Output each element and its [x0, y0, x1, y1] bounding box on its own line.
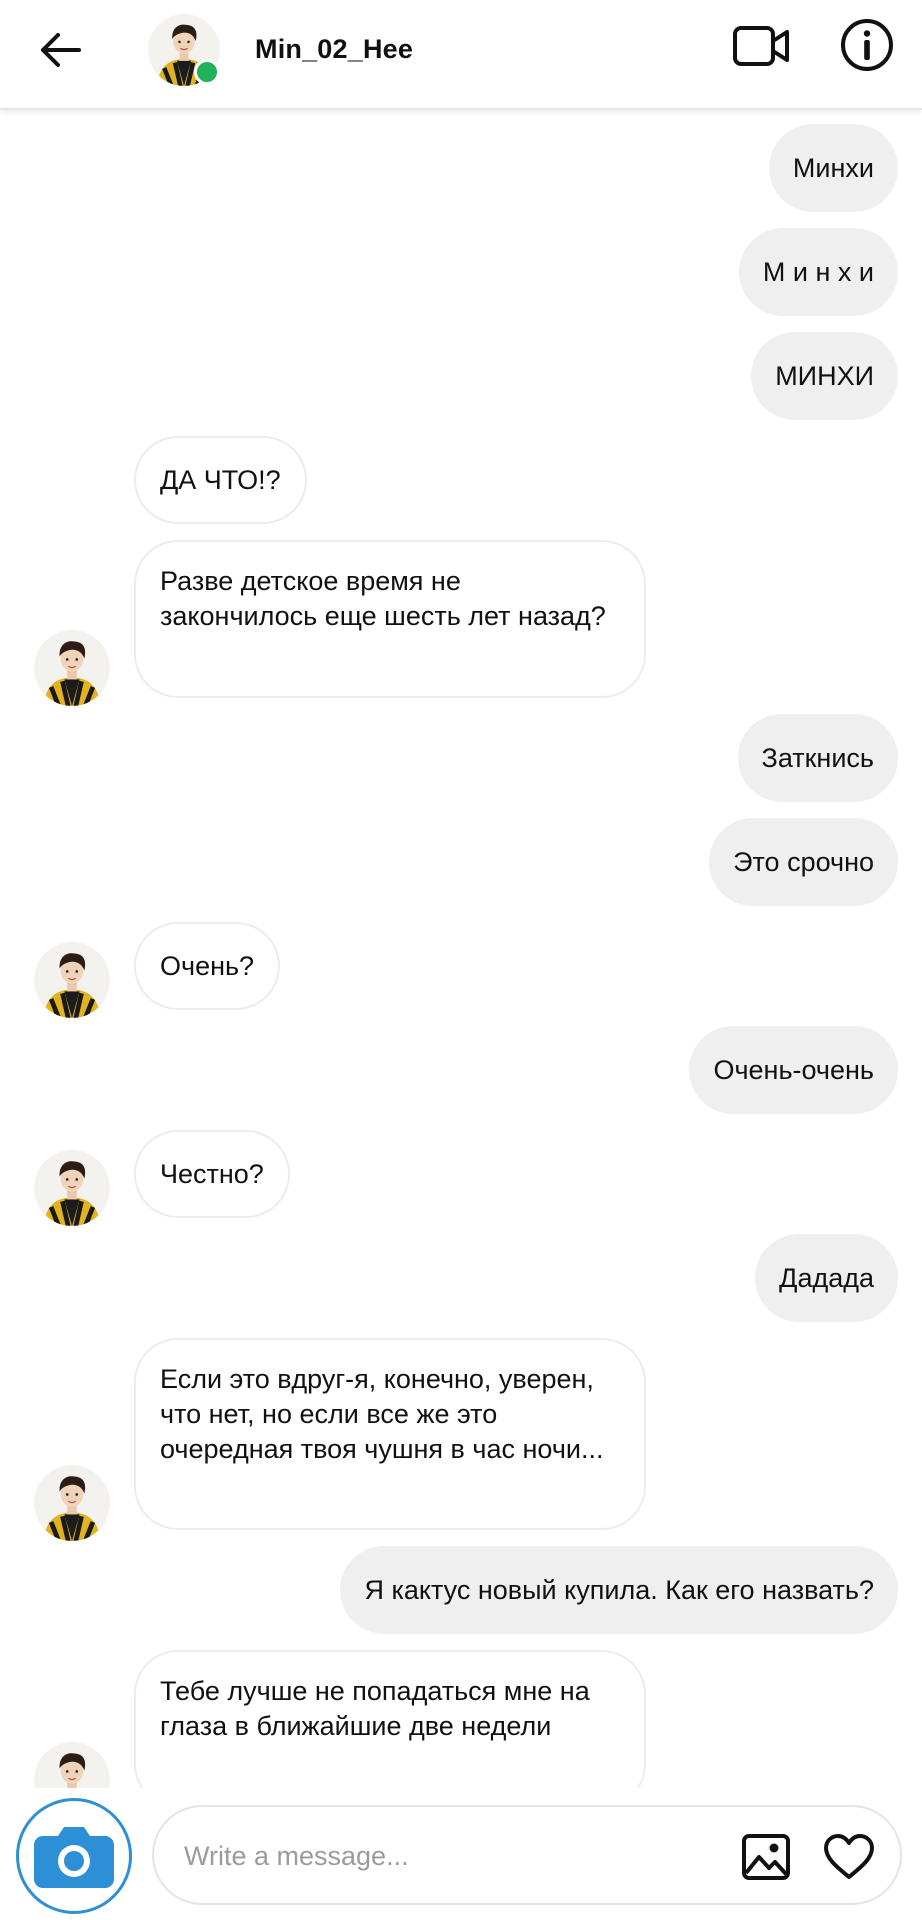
- incoming-message[interactable]: Разве детское время не закончилось еще ш…: [134, 540, 646, 698]
- message-text: М и н х и: [762, 257, 874, 287]
- message-text: МИНХИ: [775, 361, 874, 391]
- message-text: Тебе лучше не попадаться мне на глаза в …: [160, 1676, 590, 1741]
- incoming-message[interactable]: Очень?: [134, 922, 281, 1010]
- camera-button[interactable]: [16, 1798, 132, 1914]
- gallery-button[interactable]: [738, 1829, 794, 1885]
- sender-avatar[interactable]: [34, 1150, 110, 1226]
- image-icon: [742, 1834, 790, 1880]
- incoming-message[interactable]: Тебе лучше не попадаться мне на глаза в …: [134, 1650, 646, 1788]
- sender-avatar[interactable]: [34, 942, 110, 1018]
- video-call-button[interactable]: [730, 18, 792, 74]
- camera-icon: [34, 1827, 114, 1888]
- sender-avatar[interactable]: [34, 630, 110, 706]
- message-text: Минхи: [792, 153, 874, 183]
- message-text: Очень-очень: [713, 1055, 874, 1085]
- chat-username[interactable]: Min_02_Hee: [255, 34, 413, 65]
- outgoing-message[interactable]: Заткнись: [737, 714, 898, 802]
- chat-header: Min_02_Hee: [0, 0, 922, 110]
- heart-icon: [824, 1834, 874, 1879]
- incoming-message[interactable]: Честно?: [134, 1130, 290, 1218]
- info-icon: [841, 19, 893, 71]
- outgoing-message[interactable]: Минхи: [768, 124, 898, 212]
- message-text: Это срочно: [733, 847, 874, 877]
- message-text: Разве детское время не закончилось еще ш…: [160, 566, 606, 631]
- message-text: Я кактус новый купила. Как его назвать?: [364, 1575, 874, 1605]
- message-text: Очень?: [160, 951, 255, 981]
- message-list[interactable]: Минхи М и н х и МИНХИ ДА ЧТО!? Разве дет…: [0, 110, 922, 1788]
- message-text: Дадада: [779, 1263, 874, 1293]
- incoming-message[interactable]: Если это вдруг-я, конечно, уверен, что н…: [134, 1338, 646, 1530]
- outgoing-message[interactable]: Дадада: [755, 1234, 898, 1322]
- message-text: Если это вдруг-я, конечно, уверен, что н…: [160, 1364, 604, 1464]
- message-field[interactable]: [152, 1805, 902, 1905]
- message-text: ДА ЧТО!?: [160, 465, 281, 495]
- info-button[interactable]: [838, 16, 896, 74]
- sender-avatar[interactable]: [34, 1465, 110, 1541]
- online-status-dot: [194, 59, 220, 85]
- outgoing-message[interactable]: Я кактус новый купила. Как его назвать?: [340, 1546, 898, 1634]
- outgoing-message[interactable]: МИНХИ: [751, 332, 898, 420]
- back-button[interactable]: [30, 22, 90, 78]
- sender-avatar[interactable]: [34, 1742, 110, 1788]
- outgoing-message[interactable]: Это срочно: [709, 818, 898, 906]
- outgoing-message[interactable]: Очень-очень: [689, 1026, 898, 1114]
- incoming-message[interactable]: ДА ЧТО!?: [134, 436, 307, 524]
- video-camera-icon: [733, 26, 789, 66]
- message-text: Заткнись: [761, 743, 874, 773]
- message-text: Честно?: [160, 1159, 264, 1189]
- outgoing-message[interactable]: М и н х и: [738, 228, 898, 316]
- message-composer: [0, 1788, 922, 1920]
- message-input[interactable]: [182, 1833, 706, 1879]
- back-arrow-icon: [41, 33, 81, 67]
- like-button[interactable]: [820, 1829, 878, 1885]
